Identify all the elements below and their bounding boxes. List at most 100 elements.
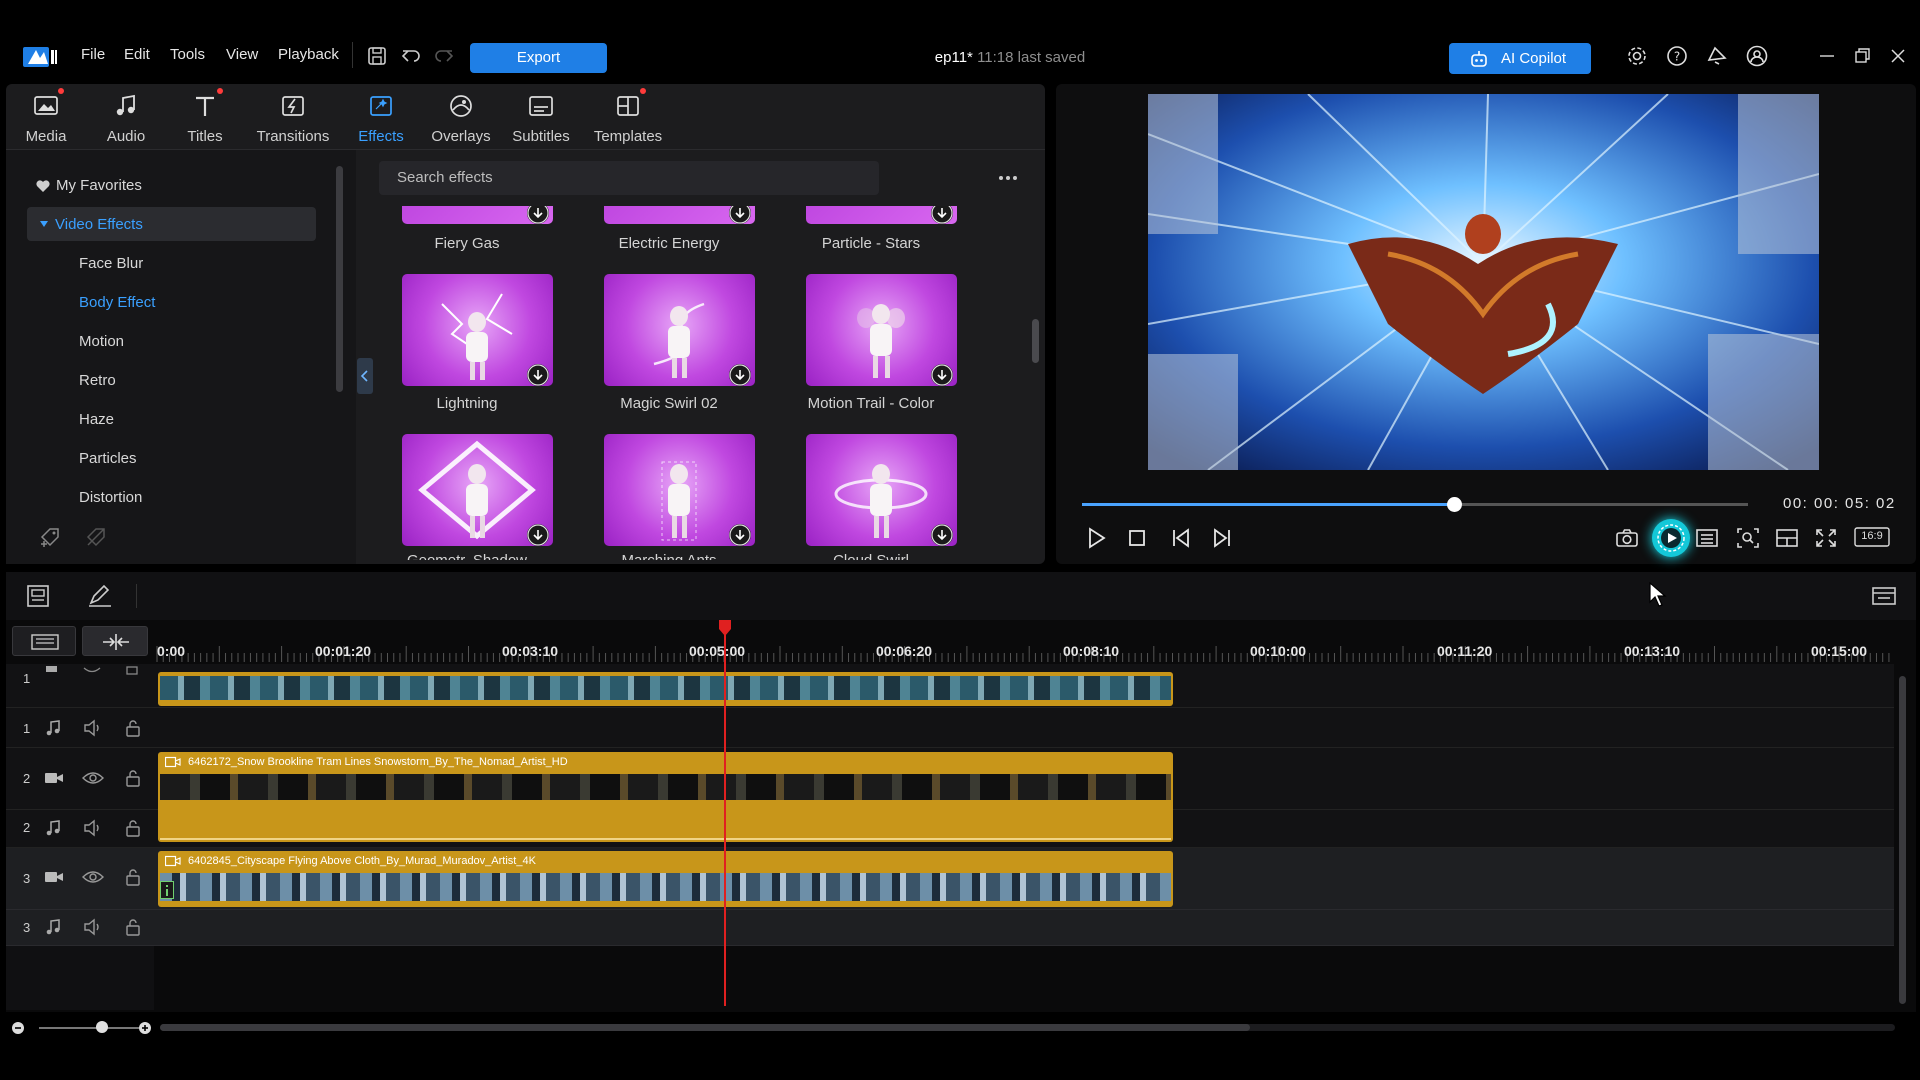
clip-info-icon[interactable] xyxy=(160,881,174,899)
zoom-slider-track[interactable] xyxy=(39,1027,139,1029)
previous-frame-icon[interactable] xyxy=(1168,526,1194,550)
tab-effects[interactable]: Effects xyxy=(336,92,426,145)
fit-timeline-button[interactable] xyxy=(82,626,148,656)
zoom-preview-icon[interactable] xyxy=(1735,526,1761,550)
tab-overlays[interactable]: Overlays xyxy=(416,92,506,145)
effect-label: Motion Trail - Color xyxy=(807,395,935,412)
download-icon[interactable] xyxy=(527,524,549,546)
restore-icon[interactable] xyxy=(1850,44,1874,68)
caret-down-icon xyxy=(39,219,49,229)
timeline-toolbar xyxy=(6,572,1916,620)
download-icon[interactable] xyxy=(527,364,549,386)
category-particles[interactable]: Particles xyxy=(79,450,137,467)
timeline-vertical-scrollbar[interactable] xyxy=(1899,676,1906,1004)
menu-view[interactable]: View xyxy=(226,46,258,63)
eye-icon[interactable] xyxy=(82,869,104,885)
storyboard-icon[interactable] xyxy=(25,583,51,609)
speaker-icon[interactable] xyxy=(83,819,103,837)
close-icon[interactable] xyxy=(1886,44,1910,68)
save-icon[interactable] xyxy=(365,44,389,68)
category-face-blur[interactable]: Face Blur xyxy=(79,255,143,272)
download-icon[interactable] xyxy=(931,364,953,386)
zoom-in-icon[interactable] xyxy=(138,1021,152,1035)
download-icon[interactable] xyxy=(729,524,751,546)
category-distortion[interactable]: Distortion xyxy=(79,489,142,506)
aspect-ratio-label: 16:9 xyxy=(1861,530,1883,542)
video-clip-track2[interactable]: 6462172_Snow Brookline Tram Lines Snowst… xyxy=(158,752,1173,842)
effect-label: Lightning xyxy=(436,395,498,412)
settings-gear-icon[interactable] xyxy=(1625,44,1649,68)
add-tag-icon[interactable] xyxy=(38,525,62,549)
tab-audio[interactable]: Audio xyxy=(81,92,171,145)
tab-subtitles[interactable]: Subtitles xyxy=(496,92,586,145)
category-motion[interactable]: Motion xyxy=(79,333,124,350)
snapshot-camera-icon[interactable] xyxy=(1614,526,1640,550)
tab-titles[interactable]: Titles xyxy=(160,88,250,145)
account-icon[interactable] xyxy=(1745,44,1769,68)
play-icon[interactable] xyxy=(1083,526,1109,550)
lock-icon[interactable] xyxy=(125,719,141,737)
menu-playback[interactable]: Playback xyxy=(278,46,339,63)
aspect-ratio-button[interactable]: 16:9 xyxy=(1854,526,1890,548)
lock-icon[interactable] xyxy=(125,918,141,936)
download-icon[interactable] xyxy=(527,206,549,224)
track-manager-button[interactable] xyxy=(12,626,76,656)
notifications-icon[interactable] xyxy=(1705,44,1729,68)
tab-media[interactable]: Media xyxy=(1,88,91,145)
preview-scrubber-handle[interactable] xyxy=(1447,497,1462,512)
download-icon[interactable] xyxy=(931,206,953,224)
video-clip-track1[interactable] xyxy=(158,672,1173,706)
search-effects-input[interactable]: Search effects xyxy=(379,161,879,195)
lock-icon[interactable] xyxy=(125,666,139,676)
ai-copilot-button[interactable]: AI Copilot xyxy=(1449,43,1591,74)
menu-edit[interactable]: Edit xyxy=(124,46,150,63)
tab-label: Audio xyxy=(106,128,146,145)
lock-icon[interactable] xyxy=(125,769,141,787)
preview-render-toggle[interactable] xyxy=(1652,519,1690,557)
stop-icon[interactable] xyxy=(1124,526,1150,550)
speaker-icon[interactable] xyxy=(83,719,103,737)
zoom-out-icon[interactable] xyxy=(11,1021,25,1035)
category-scrollbar[interactable] xyxy=(336,166,343,392)
zoom-slider-handle[interactable] xyxy=(96,1021,108,1033)
category-retro[interactable]: Retro xyxy=(79,372,116,389)
next-frame-icon[interactable] xyxy=(1209,526,1235,550)
lock-icon[interactable] xyxy=(125,868,141,886)
preview-video-frame[interactable] xyxy=(1148,94,1819,470)
list-menu-icon[interactable] xyxy=(1694,526,1720,550)
effect-label: Particle - Stars xyxy=(821,235,921,252)
redo-icon[interactable] xyxy=(432,44,456,68)
speaker-icon[interactable] xyxy=(83,918,103,936)
collapse-panel-button[interactable] xyxy=(357,358,373,394)
timeline-settings-icon[interactable] xyxy=(1870,583,1898,609)
undo-icon[interactable] xyxy=(399,44,423,68)
lock-icon[interactable] xyxy=(125,819,141,837)
menu-tools[interactable]: Tools xyxy=(170,46,205,63)
eye-icon[interactable] xyxy=(82,770,104,786)
download-icon[interactable] xyxy=(729,364,751,386)
eye-icon[interactable] xyxy=(83,666,101,676)
edit-pen-icon[interactable] xyxy=(86,583,114,609)
layout-grid-icon[interactable] xyxy=(1774,526,1800,550)
transition-icon xyxy=(279,92,307,120)
minimize-icon[interactable] xyxy=(1815,44,1839,68)
tab-transitions[interactable]: Transitions xyxy=(248,92,338,145)
playhead-line[interactable] xyxy=(724,628,726,1006)
title-bar xyxy=(0,0,1920,84)
video-clip-track3[interactable]: 6402845_Cityscape Flying Above Cloth_By_… xyxy=(158,851,1173,907)
effects-scrollbar[interactable] xyxy=(1032,319,1039,363)
more-options-icon[interactable] xyxy=(996,168,1020,188)
fullscreen-icon[interactable] xyxy=(1813,526,1839,550)
export-button[interactable]: Export xyxy=(470,43,607,73)
tab-templates[interactable]: Templates xyxy=(583,88,673,145)
category-haze[interactable]: Haze xyxy=(79,411,114,428)
category-my-favorites[interactable]: My Favorites xyxy=(56,177,142,194)
download-icon[interactable] xyxy=(729,206,751,224)
menu-file[interactable]: File xyxy=(81,46,105,63)
remove-tag-icon[interactable] xyxy=(84,525,108,549)
help-icon[interactable]: ? xyxy=(1665,44,1689,68)
timeline-horizontal-scrollbar[interactable] xyxy=(160,1024,1250,1031)
download-icon[interactable] xyxy=(931,524,953,546)
playhead-marker[interactable] xyxy=(717,620,733,636)
category-body-effect[interactable]: Body Effect xyxy=(79,294,155,311)
